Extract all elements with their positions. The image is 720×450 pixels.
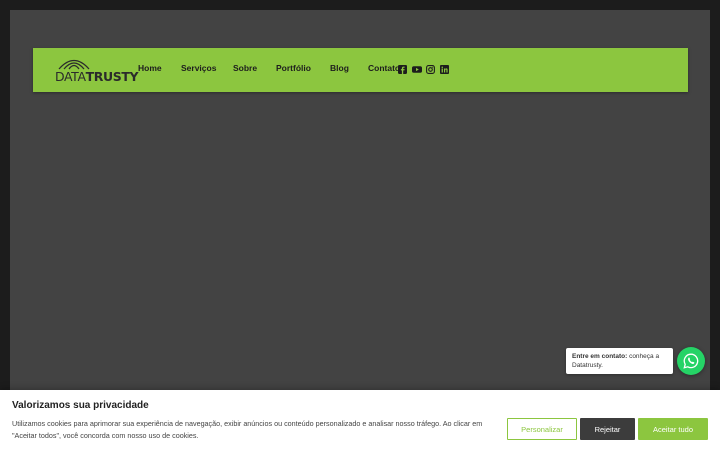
- nav-item-portfolio[interactable]: Portfólio: [276, 63, 311, 73]
- linkedin-icon[interactable]: [440, 65, 449, 74]
- nav-item-sobre[interactable]: Sobre: [233, 63, 257, 73]
- instagram-icon[interactable]: [426, 65, 435, 74]
- reject-button[interactable]: Rejeitar: [580, 418, 635, 440]
- logo[interactable]: DATATRUSTY: [55, 54, 138, 88]
- whatsapp-tooltip[interactable]: Entre em contato: conheça a Datatrusty.: [566, 348, 673, 374]
- whatsapp-icon: [683, 353, 699, 369]
- whatsapp-button[interactable]: [677, 347, 705, 375]
- cookie-text: Utilizamos cookies para aprimorar sua ex…: [12, 419, 483, 440]
- customize-button[interactable]: Personalizar: [507, 418, 577, 440]
- cookie-title: Valorizamos sua privacidade: [12, 400, 149, 411]
- logo-text-data: DATA: [55, 69, 86, 84]
- nav-item-blog[interactable]: Blog: [330, 63, 349, 73]
- site-header: DATATRUSTY Home Serviços Sobre Portfólio…: [33, 48, 688, 92]
- accept-all-button[interactable]: Aceitar tudo: [638, 418, 708, 440]
- youtube-icon[interactable]: [412, 65, 422, 74]
- logo-wordmark: DATATRUSTY: [55, 69, 138, 85]
- cookie-banner: Valorizamos sua privacidade Utilizamos c…: [0, 390, 720, 450]
- nav-item-contato[interactable]: Contato: [368, 63, 400, 73]
- nav-item-home[interactable]: Home: [138, 63, 162, 73]
- logo-text-trusty: TRUSTY: [85, 69, 139, 84]
- nav-item-servicos[interactable]: Serviços: [181, 63, 216, 73]
- whatsapp-tooltip-bold: Entre em contato:: [572, 353, 628, 360]
- facebook-icon[interactable]: [398, 65, 407, 74]
